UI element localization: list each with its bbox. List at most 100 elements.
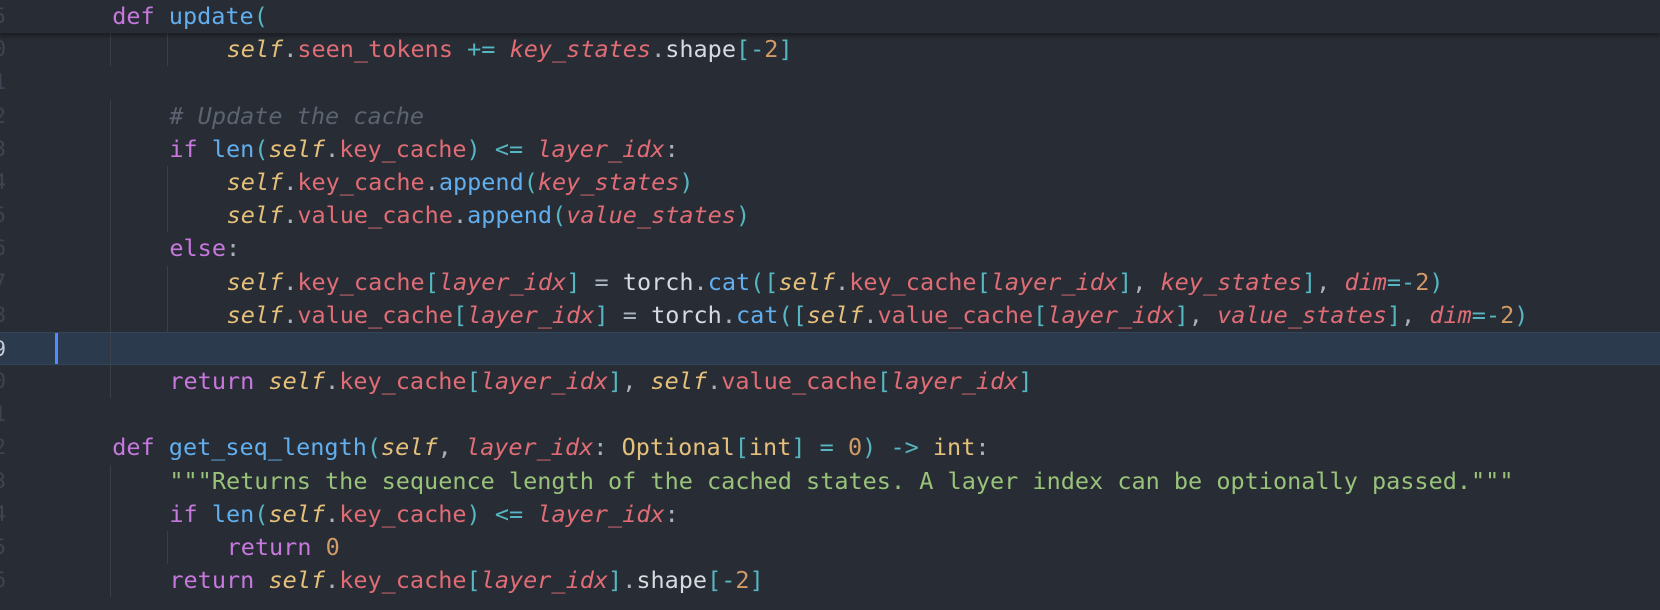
code-text: if len(self.key_cache) <= layer_idx: xyxy=(169,498,678,531)
code-token: += xyxy=(467,35,496,64)
code-token: ] xyxy=(608,566,623,595)
code-token: ) xyxy=(466,499,481,528)
code-token: key_states xyxy=(1160,267,1302,296)
code-token: value_cache xyxy=(721,367,877,396)
code-token: . xyxy=(325,134,340,163)
indent-guide xyxy=(110,298,112,332)
code-token: value_cache xyxy=(297,201,453,230)
code-token: ] xyxy=(778,35,793,64)
code-token: self xyxy=(268,499,326,528)
code-token: value_states xyxy=(566,201,736,230)
code-token: [ xyxy=(735,35,751,64)
code-line[interactable]: 5 def update( xyxy=(0,0,1660,34)
code-line[interactable]: 7self.key_cache[layer_idx] = torch.cat([… xyxy=(0,265,1660,299)
code-text: return self.key_cache[layer_idx], self.v… xyxy=(169,365,1032,398)
code-text: self.value_cache[layer_idx] = torch.cat(… xyxy=(227,299,1529,332)
code-token: ] xyxy=(608,367,623,396)
code-token: layer_idx xyxy=(465,433,594,462)
code-token: ( xyxy=(523,167,538,196)
code-line[interactable]: 6 else: xyxy=(0,232,1660,266)
code-token: ( xyxy=(254,499,269,528)
line-number-text: 2 xyxy=(0,100,6,133)
code-token: . xyxy=(693,267,708,296)
code-token: torch xyxy=(622,267,694,296)
code-token: . xyxy=(863,300,878,329)
indent-guide xyxy=(167,165,169,200)
code-line[interactable]: 0return self.key_cache[layer_idx], self.… xyxy=(0,365,1660,399)
code-token: [ xyxy=(707,566,722,595)
code-token: ) xyxy=(735,201,751,230)
code-token: ) xyxy=(679,167,694,196)
code-line[interactable]: 1 xyxy=(0,66,1660,99)
code-token: self xyxy=(226,300,284,329)
code-line[interactable]: 0self.seen_tokens += key_states.shape[-2… xyxy=(0,33,1660,67)
code-token: update xyxy=(168,2,254,30)
code-token: int xyxy=(748,433,792,462)
line-number-text: 4 xyxy=(0,166,6,199)
indent-guide xyxy=(110,232,112,266)
code-line[interactable]: 5self.value_cache.append(value_states) xyxy=(0,199,1660,233)
code-token: ] xyxy=(1018,367,1033,396)
code-token: key_cache xyxy=(339,134,467,163)
code-token: = xyxy=(580,267,623,296)
code-token: get_seq_length xyxy=(168,433,367,462)
code-line[interactable]: 2 def get_seq_length(self, layer_idx: Opt… xyxy=(0,431,1660,464)
code-token: 0 xyxy=(847,433,863,462)
code-token: else xyxy=(169,234,226,263)
code-token: ( xyxy=(366,433,382,462)
code-text: if len(self.key_cache) <= layer_idx: xyxy=(169,133,678,166)
editor-lines: 5def update(0self.seen_tokens += key_sta… xyxy=(0,0,1660,598)
code-token: self xyxy=(268,566,326,595)
code-token: <= xyxy=(494,499,524,528)
code-token: 2 xyxy=(1500,300,1515,329)
code-token: layer_idx xyxy=(480,566,609,595)
code-token: # Update the cache xyxy=(169,101,425,130)
code-line[interactable]: 3 """Returns the sequence length of the c… xyxy=(0,464,1660,498)
code-token: value_states xyxy=(1217,300,1387,329)
line-number-text: 6 xyxy=(0,232,6,265)
line-number-text: 5 xyxy=(0,0,6,33)
code-token: value_cache xyxy=(877,300,1034,329)
code-line[interactable]: 3 if len(self.key_cache) <= layer_idx: xyxy=(0,132,1660,166)
code-line[interactable]: 8self.value_cache[layer_idx] = torch.cat… xyxy=(0,298,1660,332)
code-line[interactable]: 4self.key_cache.append(key_states) xyxy=(0,165,1660,200)
indent-guide xyxy=(110,165,112,200)
code-token: self xyxy=(650,367,708,396)
code-token: """Returns the sequence length of the ca… xyxy=(169,466,1514,495)
code-token: - xyxy=(721,566,736,595)
indent-guide xyxy=(110,497,112,531)
line-number-text: 5 xyxy=(0,531,6,564)
code-line[interactable]: 1 xyxy=(0,398,1660,431)
code-token: ( xyxy=(254,134,269,163)
code-token: ) xyxy=(1514,300,1529,329)
code-line[interactable]: 2 # Update the cache xyxy=(0,99,1660,133)
code-text: self.seen_tokens += key_states.shape[-2] xyxy=(227,33,793,66)
code-line[interactable]: 4 if len(self.key_cache) <= layer_idx: xyxy=(0,497,1660,531)
code-editor[interactable]: 5def update(0self.seen_tokens += key_sta… xyxy=(0,0,1660,610)
code-token: self xyxy=(806,300,864,329)
code-token: , xyxy=(1188,300,1218,329)
code-token: 2 xyxy=(735,566,750,595)
active-code-line[interactable]: 9 xyxy=(0,331,1660,366)
code-token: torch xyxy=(651,300,722,329)
code-token: 2 xyxy=(1415,267,1430,296)
code-token: . xyxy=(835,267,850,296)
code-token: : xyxy=(225,234,241,263)
code-token: ) xyxy=(466,134,481,163)
code-token: layer_idx xyxy=(537,499,665,528)
code-line[interactable]: 6return self.key_cache[layer_idx].shape[… xyxy=(0,564,1660,598)
code-token: . xyxy=(325,566,340,595)
code-token: , xyxy=(1401,300,1430,329)
code-text: self.value_cache.append(value_states) xyxy=(227,199,751,232)
code-line[interactable]: 5 return 0 xyxy=(0,531,1660,565)
code-token: shape xyxy=(636,566,708,595)
code-token: ] xyxy=(791,433,806,462)
code-token: ] xyxy=(749,566,764,595)
indent-guide xyxy=(110,564,112,598)
code-token: 0 xyxy=(325,533,340,561)
